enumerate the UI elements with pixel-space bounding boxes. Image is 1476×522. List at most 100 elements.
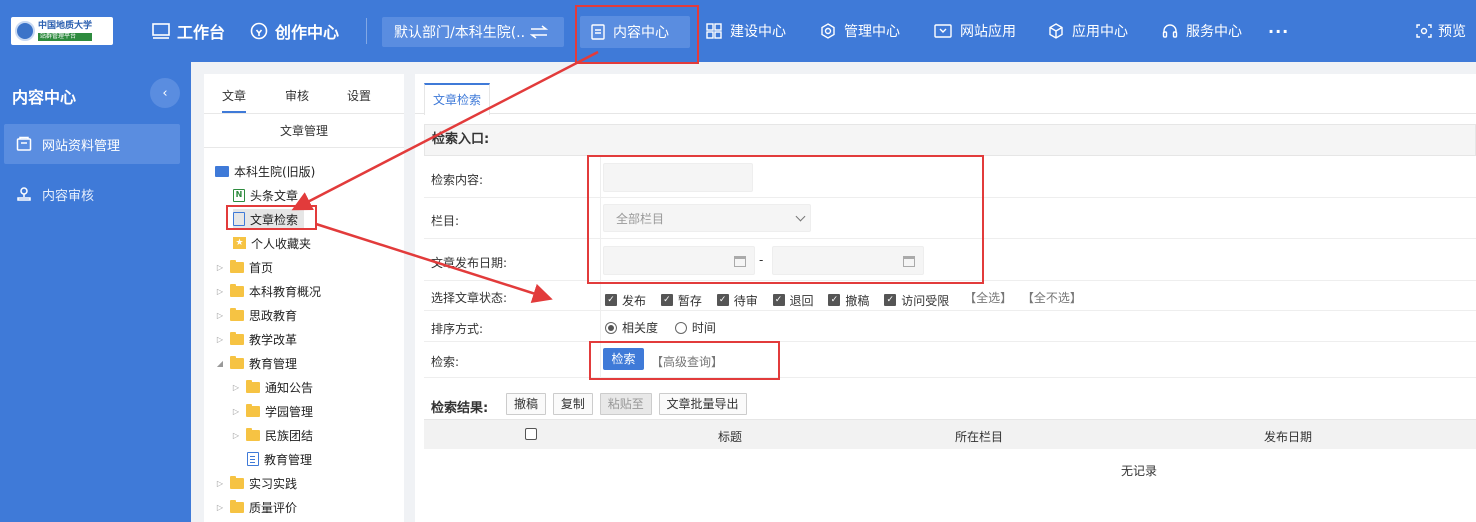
menu-build-center[interactable]: 建设中心: [706, 0, 786, 62]
column-divider: [600, 281, 601, 310]
menu-service-center[interactable]: 服务中心: [1162, 0, 1242, 62]
paste-to-button[interactable]: 粘贴至: [599, 393, 652, 415]
folder-icon: [230, 283, 244, 297]
tree-node-unity[interactable]: ▷ 民族团结: [231, 425, 313, 445]
checkbox-checked-icon: ✓: [716, 294, 729, 306]
status-checkbox-withdrawn[interactable]: ✓ 撤稿: [828, 292, 869, 309]
status-checkbox-returned[interactable]: ✓ 退回: [772, 292, 814, 309]
status-checkbox-draft[interactable]: ✓ 暂存: [660, 292, 702, 309]
menu-site-apps[interactable]: 网站应用: [934, 0, 1016, 62]
more-menu-icon[interactable]: ···: [1268, 22, 1289, 41]
status-label: 退回: [789, 293, 814, 308]
logo-text: 中国地质大学 站群管理平台: [38, 21, 93, 41]
menu-label: 应用中心: [1072, 24, 1128, 40]
menu-label: 建设中心: [730, 24, 786, 40]
batch-export-button[interactable]: 文章批量导出: [658, 393, 747, 415]
collapse-sidebar-button[interactable]: ‹: [150, 78, 180, 108]
column-header-column: 所在栏目: [955, 430, 1004, 444]
withdraw-button[interactable]: 撤稿: [506, 393, 547, 415]
preview-button[interactable]: 预览: [1416, 0, 1466, 62]
folder-icon: [246, 379, 260, 393]
folder-icon: [230, 499, 244, 513]
expand-icon: ▷: [216, 478, 224, 488]
preview-label: 预览: [1438, 24, 1466, 40]
university-logo[interactable]: 中国地质大学 站群管理平台: [11, 17, 113, 45]
expand-icon: ▷: [232, 406, 240, 416]
tree-node-overview[interactable]: ▷ 本科教育概况: [215, 281, 321, 301]
department-switcher[interactable]: 默认部门/本科生院(...: [382, 17, 564, 47]
sort-time-radio[interactable]: 时间: [674, 319, 716, 336]
tab-article[interactable]: 文章: [222, 87, 247, 113]
expand-icon: ▷: [232, 430, 240, 440]
expand-icon: ▷: [216, 310, 224, 320]
folder-icon: [246, 427, 260, 441]
tree-node-label: 个人收藏夹: [251, 236, 312, 251]
results-label: 检索结果:: [431, 401, 489, 416]
tree-node-label: 本科教育概况: [249, 284, 322, 299]
tree-node-quality[interactable]: ▷ 质量评价: [215, 497, 297, 517]
nav-workbench[interactable]: 工作台: [152, 0, 225, 62]
status-checkbox-restricted[interactable]: ✓ 访问受限: [884, 292, 949, 309]
section-title: 检索入口:: [424, 124, 1476, 156]
tree-node-reform[interactable]: ▷ 教学改革: [215, 329, 297, 349]
menu-manage-center[interactable]: 管理中心: [820, 0, 900, 62]
tree-node-ideology[interactable]: ▷ 思政教育: [215, 305, 297, 325]
tree-node-label: 通知公告: [265, 380, 314, 395]
checkbox-checked-icon: ✓: [660, 294, 673, 306]
label-column: 栏目:: [431, 214, 460, 228]
status-checkbox-publish[interactable]: ✓ 发布: [605, 292, 646, 309]
monitor-icon: [152, 23, 170, 39]
folder-icon: [230, 355, 244, 369]
status-label: 访问受限: [901, 293, 950, 308]
tree-node-label: 本科生院(旧版): [234, 164, 316, 179]
tab-review[interactable]: 审核: [285, 87, 309, 104]
nav-creation-center[interactable]: 创作中心: [250, 0, 339, 62]
status-label: 发布: [622, 293, 647, 308]
tree-node-root[interactable]: 本科生院(旧版): [215, 161, 315, 181]
nav-workbench-label: 工作台: [177, 23, 226, 42]
tab-article-search[interactable]: 文章检索: [424, 83, 491, 115]
tree-node-practice[interactable]: ▷ 实习实践: [215, 473, 297, 493]
sidebar-item-content-review[interactable]: 内容审核: [4, 174, 180, 214]
search-content-area: 文章检索 检索入口: 检索内容: 栏目: 全部栏目 文章发布日期: - 选择文章…: [415, 74, 1476, 522]
highlight-content-center: [575, 5, 699, 64]
tree-node-edu-management[interactable]: ◢ 教育管理: [215, 353, 297, 373]
label-date: 文章发布日期:: [431, 256, 508, 270]
tree-node-label: 实习实践: [249, 476, 298, 491]
status-checkbox-pending[interactable]: ✓ 待审: [716, 292, 758, 309]
hexagon-icon: [821, 23, 835, 39]
tree-node-headline[interactable]: N 头条文章: [233, 185, 298, 205]
grid-icon: [706, 23, 722, 39]
tree-node-label: 教学改革: [249, 332, 298, 347]
select-none-link[interactable]: 【全不选】: [1022, 291, 1082, 305]
tree-node-campus[interactable]: ▷ 学园管理: [231, 401, 313, 421]
bulb-icon: [250, 22, 268, 40]
label-sort: 排序方式:: [431, 322, 484, 336]
checkbox-checked-icon: ✓: [884, 294, 897, 306]
tree-node-notices[interactable]: ▷ 通知公告: [231, 377, 313, 397]
checkbox-checked-icon: ✓: [605, 294, 617, 306]
sidebar-item-site-materials[interactable]: 网站资料管理: [4, 124, 180, 164]
department-label: 默认部门/本科生院(...: [394, 25, 524, 41]
status-checkboxes: ✓ 发布 ✓ 暂存 ✓ 待审 ✓ 退回 ✓ 撤稿 ✓ 访问受限 【全选】 【全不选】: [605, 289, 1088, 309]
sort-relevance-radio[interactable]: 相关度: [605, 319, 658, 336]
menu-app-center[interactable]: 应用中心: [1048, 0, 1128, 62]
monitor-icon: [215, 165, 229, 177]
folder-icon: [246, 403, 260, 417]
copy-button[interactable]: 复制: [552, 393, 593, 415]
left-sidebar: 内容中心 ‹ 网站资料管理 内容审核: [0, 62, 191, 522]
top-navbar: 中国地质大学 站群管理平台 工作台 创作中心 默认部门/本科生院(... 内容中…: [0, 0, 1476, 62]
sidebar-item-label: 内容审核: [42, 188, 95, 204]
results-table-header: 标题 所在栏目 发布日期: [424, 419, 1476, 449]
tree-node-favorites[interactable]: ★ 个人收藏夹: [233, 233, 311, 253]
tree-node-home[interactable]: ▷ 首页: [215, 257, 273, 277]
status-label: 暂存: [677, 293, 702, 308]
tree-node-edu-management-page[interactable]: 教育管理: [247, 449, 312, 469]
tab-settings[interactable]: 设置: [347, 87, 371, 104]
status-label: 待审: [733, 293, 758, 308]
folder-icon: [230, 259, 244, 273]
checkbox-checked-icon: ✓: [828, 294, 841, 306]
column-divider: [600, 311, 601, 341]
select-all-link[interactable]: 【全选】: [964, 291, 1012, 305]
select-all-checkbox[interactable]: [525, 428, 537, 440]
